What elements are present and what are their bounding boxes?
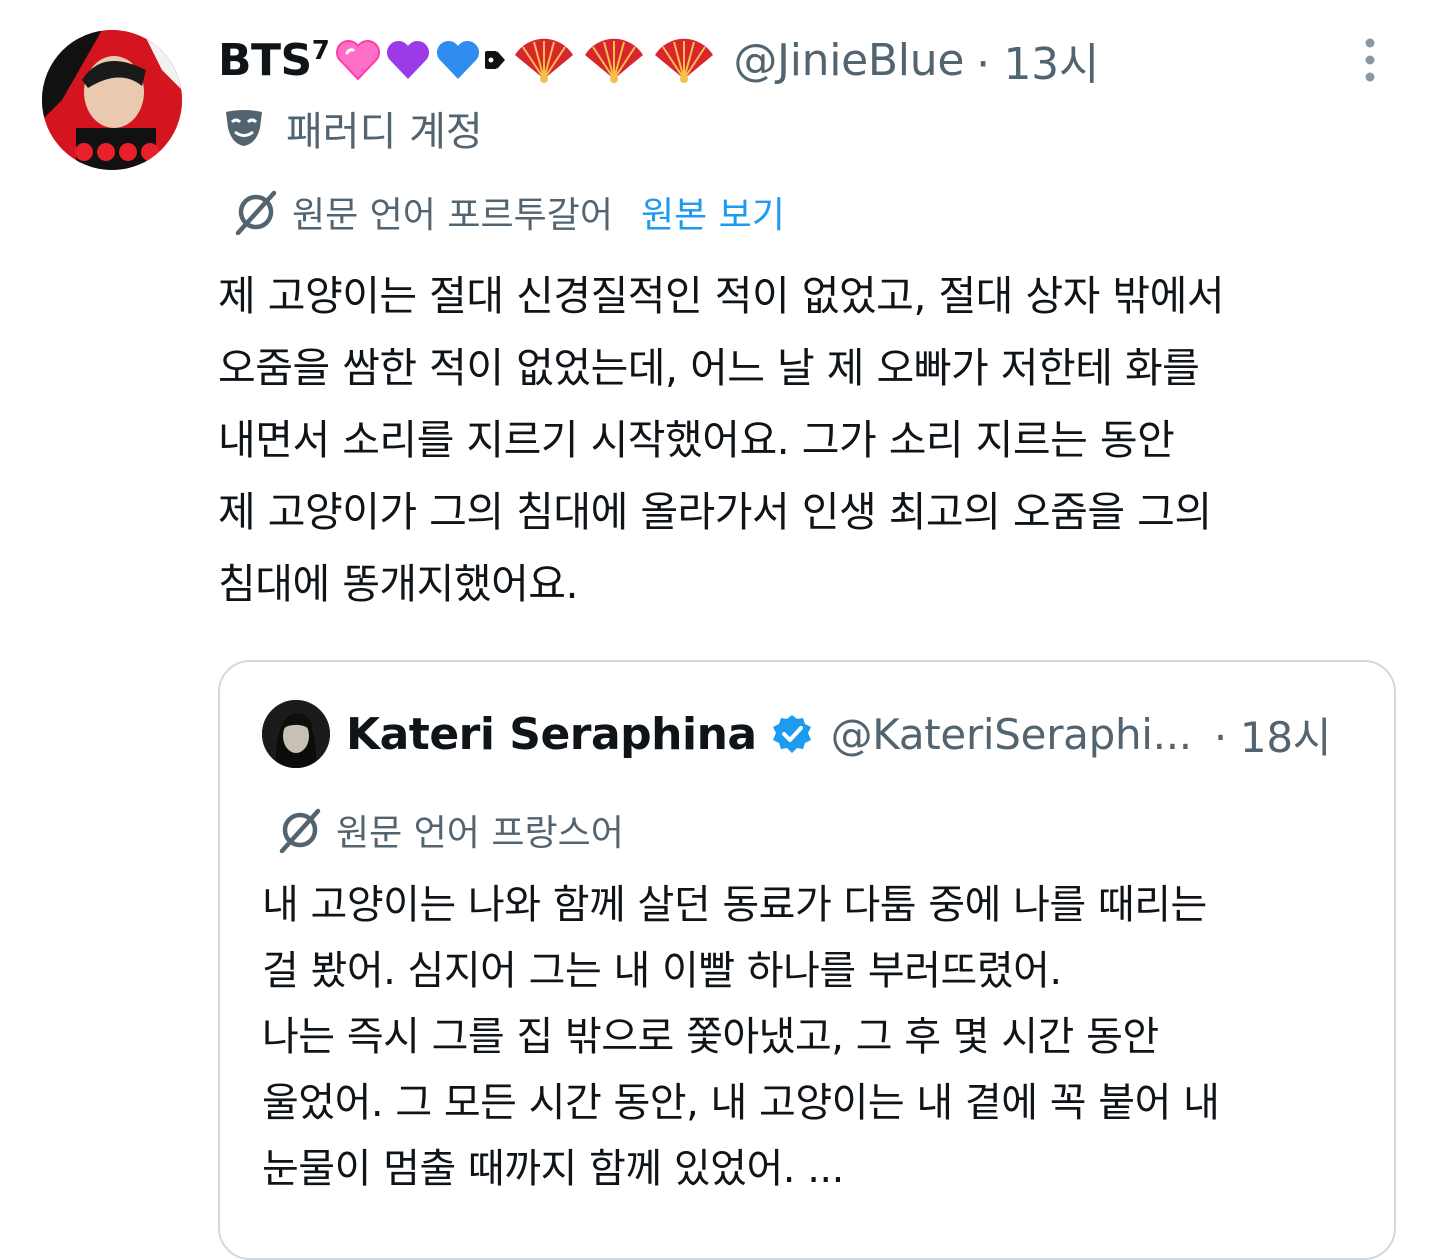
name-emoji-group [333,35,719,85]
purple-heart-icon [387,40,430,79]
author-handle[interactable]: @JinieBlue [733,35,964,86]
translation-notice: 원문 언어 포르투갈어 원본 보기 [232,186,785,238]
author-avatar[interactable] [42,30,182,170]
tag-icon [485,51,506,69]
more-options-icon[interactable] [1356,36,1384,84]
translate-icon [279,808,321,853]
folding-fan-icon [655,38,714,83]
translate-icon [235,190,277,235]
view-original-link[interactable]: 원본 보기 [641,186,785,238]
quoted-tweet-card[interactable]: Kateri Seraphina @KateriSeraphi... · 18시… [218,660,1396,1260]
tweet-header: BTS7 @JinieBlue · 13시 [218,28,1099,92]
quoted-tweet-time[interactable]: · 18시 [1214,704,1332,765]
quoted-tweet-text: 내 고양이는 나와 함께 살던 동료가 다툼 중에 나를 때리는 걸 봤어. 심… [262,882,1220,1192]
original-language-text: 원문 언어 포르투갈어 [292,195,613,236]
quoted-tweet-header: Kateri Seraphina @KateriSeraphi... · 18시 [346,702,1331,766]
quoted-author-avatar[interactable] [262,700,330,768]
quoted-avatar-image [262,700,330,768]
quoted-translation-notice: 원문 언어 프랑스어 [276,804,624,856]
verified-badge-icon[interactable] [771,713,813,755]
quoted-author-name[interactable]: Kateri Seraphina [346,709,757,760]
pink-heart-icon [336,39,381,81]
tweet-time[interactable]: · 13시 [976,28,1099,92]
blue-heart-icon [437,40,480,79]
tweet-text: 제 고양이는 절대 신경질적인 적이 없었고, 절대 상자 밖에서 오줌을 쌈한… [218,272,1225,608]
avatar-image [42,30,182,170]
folding-fan-icon [585,38,644,83]
author-name[interactable]: BTS7 [218,35,330,86]
parody-label-row: 패러디 계정 [222,100,483,156]
quoted-author-handle[interactable]: @KateriSeraphi... [831,710,1193,759]
folding-fan-icon [515,38,574,83]
theater-mask-icon [226,110,262,146]
parody-account-label: 패러디 계정 [286,109,483,155]
quoted-original-language-text: 원문 언어 프랑스어 [336,813,624,854]
